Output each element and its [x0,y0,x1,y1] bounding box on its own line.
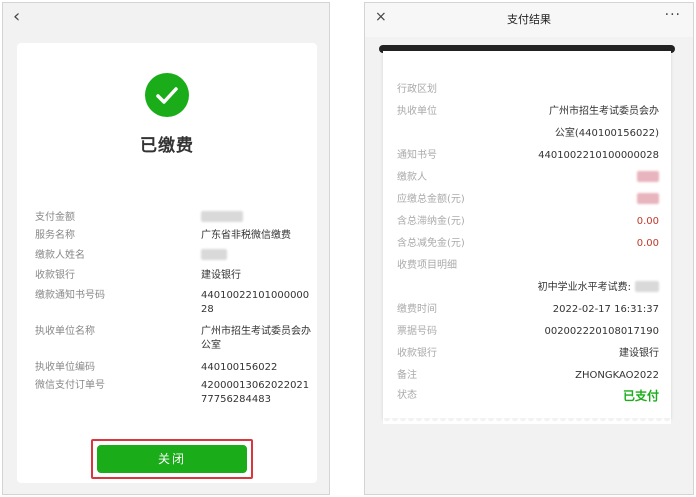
redacted-amount [201,211,243,222]
left-screen: ‹ 已缴费 支付金额 服务名称 广东省非税微信缴费 缴款人姓名 收款银行 建设银… [2,2,330,495]
left-top-bar: ‹ [3,3,329,43]
close-button[interactable]: 关闭 [97,445,247,473]
redacted-total [637,193,659,204]
payment-success-card: 已缴费 支付金额 服务名称 广东省非税微信缴费 缴款人姓名 收款银行 建设银行 … [17,43,317,483]
header-title: 支付结果 [507,13,551,26]
more-options-icon[interactable]: ··· [665,7,681,23]
success-check-icon [145,73,189,117]
receipt-card: 行政区划 执收单位 广州市招生考试委员会办 公室(440100156022) 通… [383,51,671,424]
redacted-payer [637,171,659,182]
redacted-exam-fee [635,281,659,292]
paid-status-title: 已缴费 [140,136,194,156]
right-top-bar: × 支付结果 ··· [365,3,693,37]
right-screen: × 支付结果 ··· 行政区划 执收单位 广州市招生考试委员会办 公室(4401… [364,2,694,495]
back-icon[interactable]: ‹ [13,7,20,27]
status-paid-badge: 已支付 [622,389,659,403]
close-button-highlight: 关闭 [91,439,253,479]
redacted-payer-name [201,249,227,260]
